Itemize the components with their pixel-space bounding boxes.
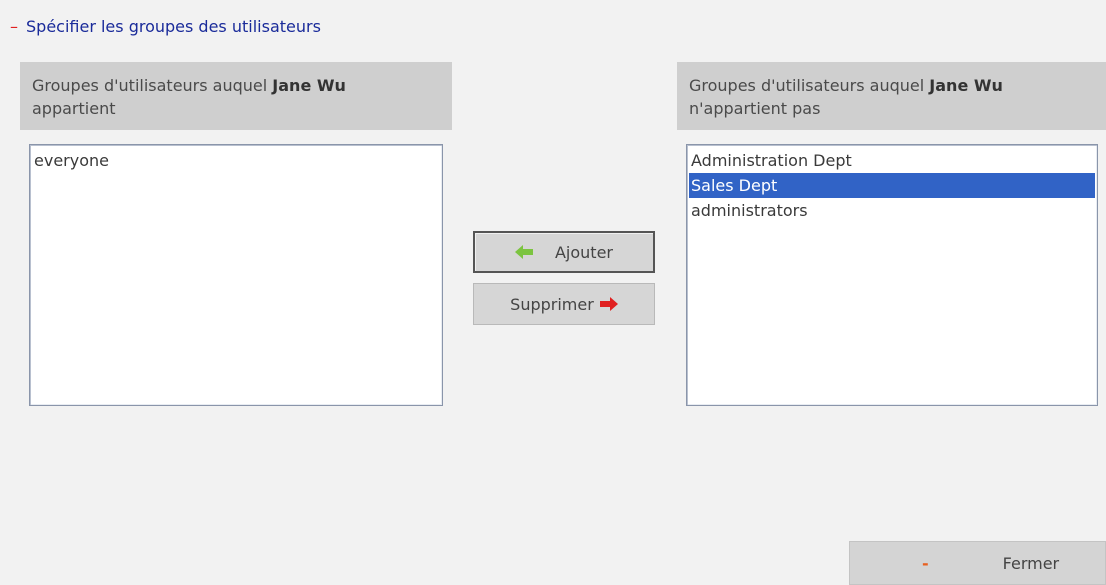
green-left-arrow-icon [514,245,533,259]
add-button-label: Ajouter [554,242,613,262]
section-title: Spécifier les groupes des utilisateurs [26,17,321,36]
member-groups-header-prefix: Groupes d'utilisateurs auquel [32,76,273,95]
nonmember-groups-header-prefix: Groupes d'utilisateurs auquel [689,76,930,95]
close-symbol: - [922,553,929,573]
remove-button-label: Supprimer [510,294,594,314]
collapse-toggle[interactable]: – [10,17,18,36]
list-option[interactable]: administrators [689,198,1095,223]
close-button[interactable]: - Fermer [849,541,1106,585]
section-header[interactable]: – Spécifier les groupes des utilisateurs [10,15,321,39]
list-option[interactable]: Sales Dept [689,173,1095,198]
nonmember-groups-header-user: Jane Wu [929,76,1003,95]
list-option[interactable]: everyone [32,148,440,173]
nonmember-groups-header-suffix: n'appartient pas [689,99,821,118]
remove-button[interactable]: Supprimer [473,283,655,325]
member-groups-listbox[interactable]: everyone [29,144,443,406]
list-option[interactable]: Administration Dept [689,148,1095,173]
red-right-arrow-icon [599,297,618,311]
nonmember-groups-header: Groupes d'utilisateurs auquel Jane Wu n'… [677,62,1106,130]
nonmember-groups-listbox[interactable]: Administration Dept Sales Dept administrat… [686,144,1098,406]
member-groups-header-suffix: appartient [32,99,116,118]
member-groups-header-user: Jane Wu [272,76,346,95]
member-groups-header: Groupes d'utilisateurs auquel Jane Wu ap… [20,62,452,130]
add-button[interactable]: Ajouter [473,231,655,273]
close-button-label: Fermer [1002,553,1060,573]
